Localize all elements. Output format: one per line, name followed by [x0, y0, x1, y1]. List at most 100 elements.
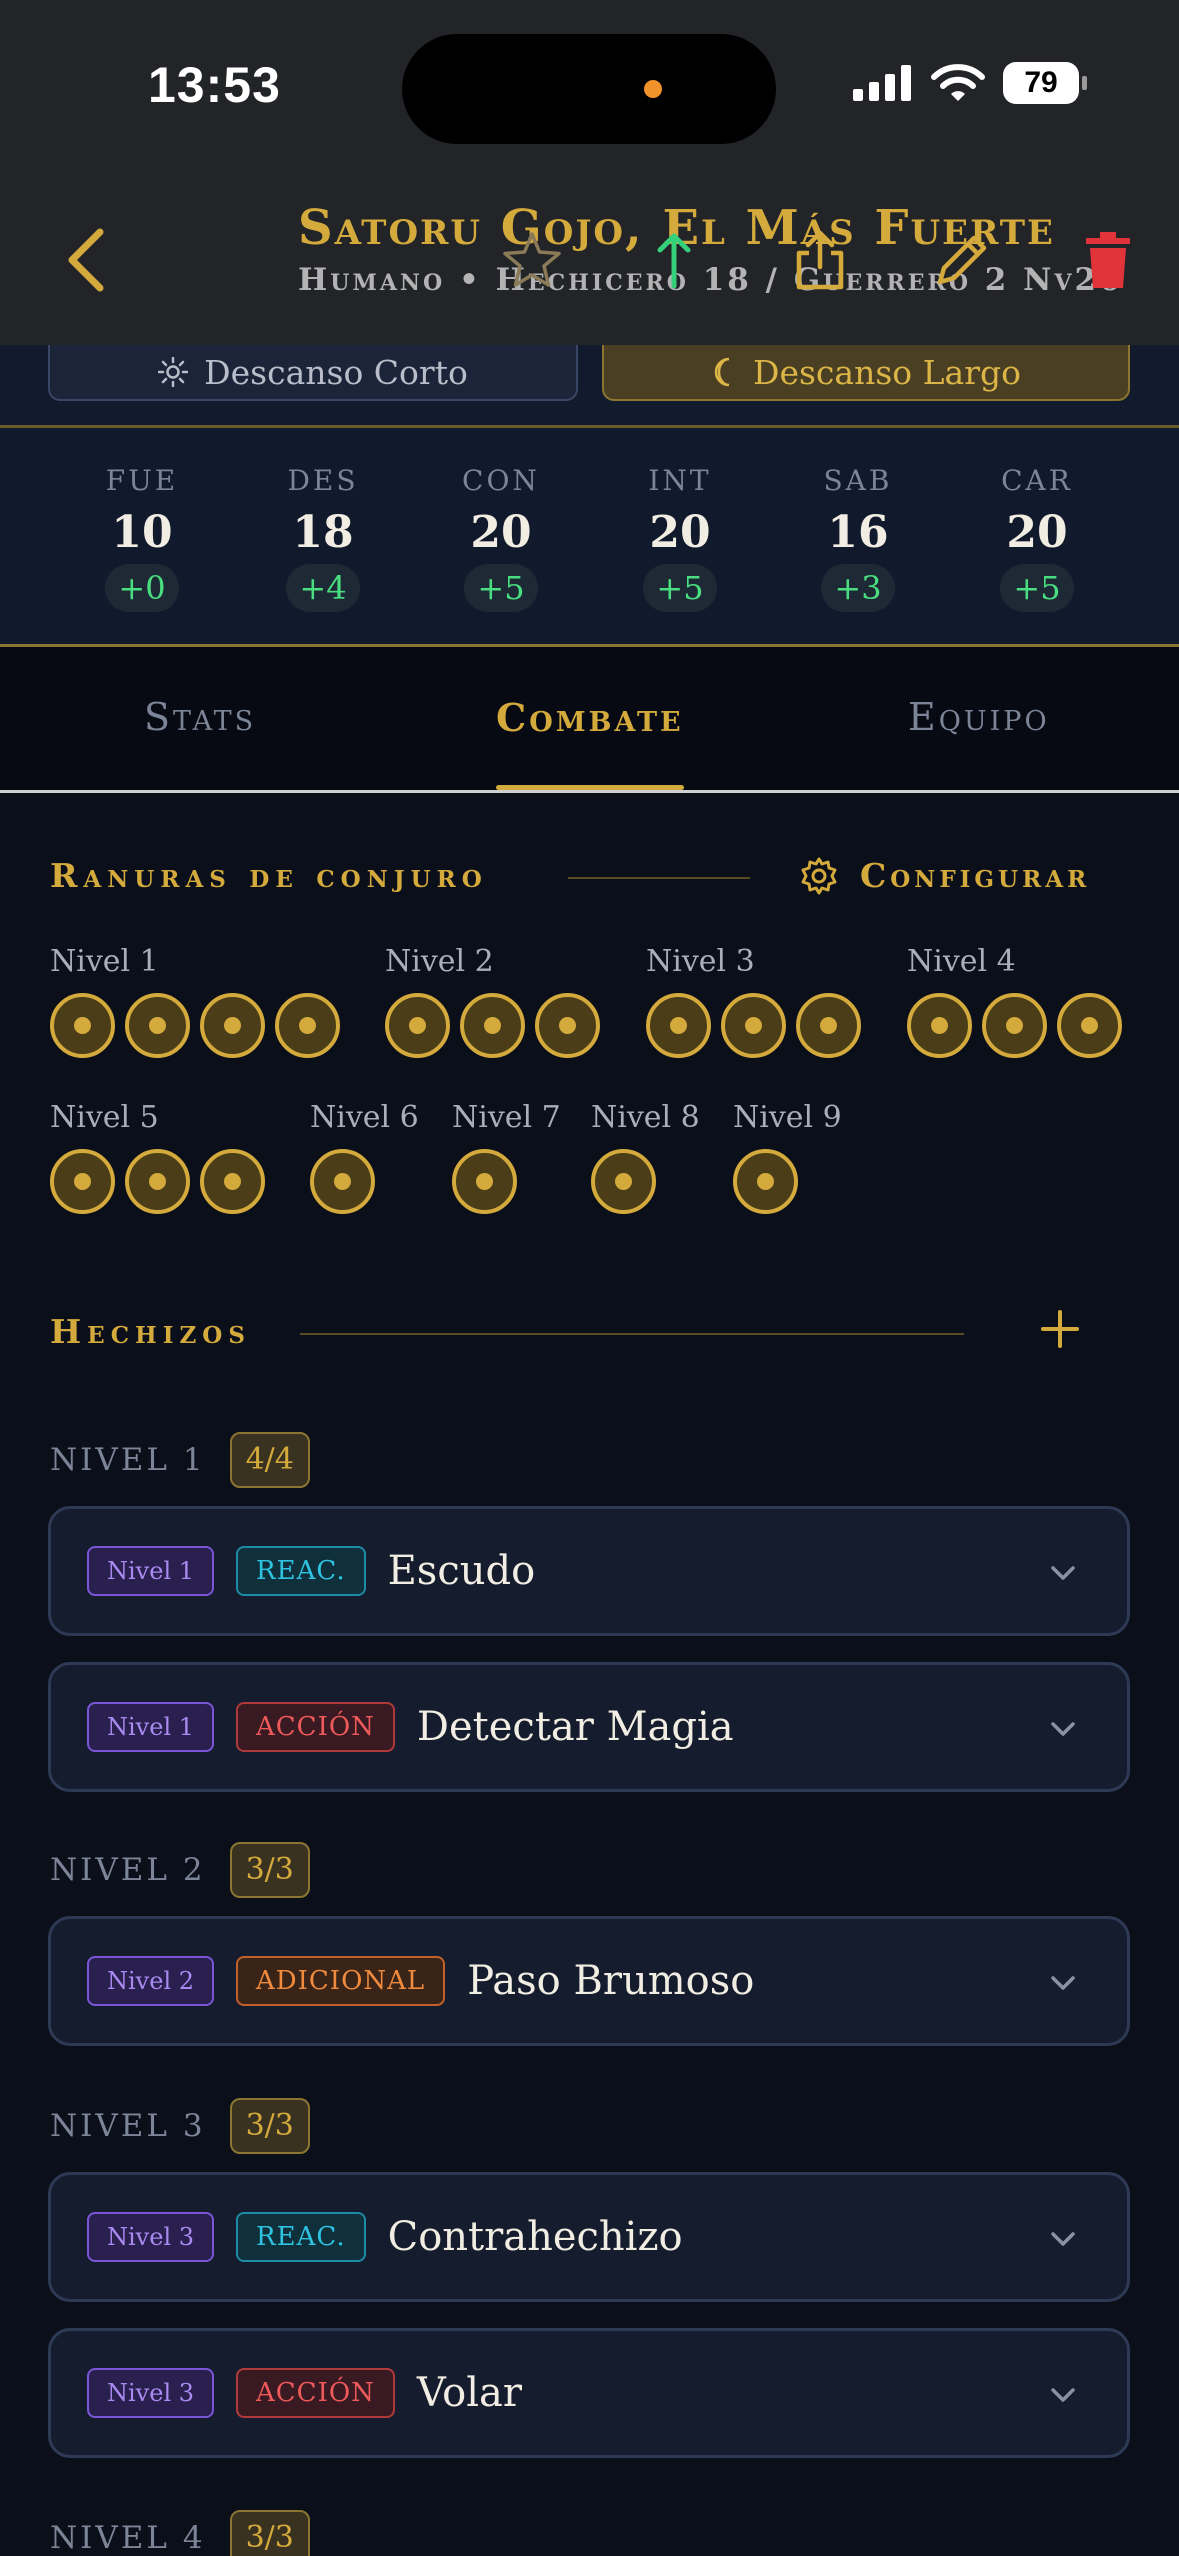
ability-score: 10 — [111, 507, 173, 558]
ability-scores: FUE 10 +0 DES 18 +4 CON 20 +5 INT 20 +5 … — [0, 425, 1179, 647]
divider — [568, 877, 750, 879]
ability-name: SAB — [823, 464, 893, 497]
tab-bar: Stats Combate Equipo — [0, 647, 1179, 793]
slot-level-label: Nivel 4 — [907, 944, 1016, 979]
spell-slot[interactable] — [1057, 993, 1122, 1058]
ability-car: CAR 20 +5 — [947, 428, 1127, 612]
spell-slot[interactable] — [125, 993, 190, 1058]
spell-slot[interactable] — [535, 993, 600, 1058]
chevron-down-icon[interactable] — [1043, 1709, 1083, 1749]
sun-icon — [158, 357, 189, 387]
spell-slot[interactable] — [200, 993, 265, 1058]
ability-int: INT 20 +5 — [590, 428, 770, 612]
spell-slot[interactable] — [452, 1149, 517, 1214]
spell-slot[interactable] — [50, 993, 115, 1058]
pencil-icon — [937, 235, 987, 285]
ability-modifier: +4 — [286, 564, 360, 612]
ability-modifier: +0 — [105, 564, 179, 612]
spell-slot[interactable] — [125, 1149, 190, 1214]
spell-level-name: NIVEL 1 — [50, 1442, 206, 1478]
spell-slot[interactable] — [50, 1149, 115, 1214]
slot-group-nivel-8: Nivel 8 — [591, 1100, 700, 1214]
character-subtitle: Humano • Hechicero 18 / Guerrero 2 Nv20 — [298, 262, 1118, 298]
spell-level-name: NIVEL 4 — [50, 2520, 206, 2556]
spell-slot[interactable] — [721, 993, 786, 1058]
app-header: 13:53 79 Satoru Gojo, El Más Fuerte Huma… — [0, 0, 1179, 345]
share-button[interactable] — [788, 228, 852, 292]
ability-modifier: +5 — [464, 564, 538, 612]
spell-slot[interactable] — [982, 993, 1047, 1058]
spell-slot[interactable] — [275, 993, 340, 1058]
back-button[interactable] — [56, 220, 116, 300]
edit-button[interactable] — [930, 228, 994, 292]
slot-level-label: Nivel 9 — [733, 1100, 842, 1135]
ability-score: 16 — [827, 507, 889, 558]
configure-label: Configurar — [860, 856, 1091, 895]
chevron-down-icon[interactable] — [1043, 2375, 1083, 2415]
divider — [300, 1333, 964, 1335]
spell-card-contrahechizo[interactable]: Nivel 3 REAC. Contrahechizo — [48, 2172, 1130, 2302]
chevron-down-icon[interactable] — [1043, 2219, 1083, 2259]
spell-slot[interactable] — [907, 993, 972, 1058]
long-rest-label: Descanso Largo — [753, 352, 1021, 392]
configure-button[interactable]: Configurar — [800, 856, 1090, 895]
slot-group-nivel-7: Nivel 7 — [452, 1100, 561, 1214]
combat-content: Ranuras de conjuro Configurar Nivel 1 Ni… — [0, 796, 1179, 2556]
chevron-left-icon — [68, 228, 104, 292]
spell-level-count: 4/4 — [229, 1432, 310, 1488]
spell-card-detectar-magia[interactable]: Nivel 1 ACCIÓN Detectar Magia — [48, 1662, 1130, 1792]
spell-level-header: NIVEL 1 4/4 — [50, 1432, 310, 1488]
level-up-button[interactable] — [642, 228, 706, 292]
spell-level-count: 3/3 — [229, 2510, 310, 2556]
ability-name: DES — [287, 464, 359, 497]
slot-level-label: Nivel 8 — [591, 1100, 700, 1135]
favorite-button[interactable] — [500, 228, 564, 292]
spell-card-paso-brumoso[interactable]: Nivel 2 ADICIONAL Paso Brumoso — [48, 1916, 1130, 2046]
ability-des: DES 18 +4 — [233, 428, 413, 612]
spell-level-name: NIVEL 2 — [50, 1852, 206, 1888]
moon-icon — [714, 357, 730, 387]
short-rest-label: Descanso Corto — [204, 352, 468, 392]
ability-score: 20 — [649, 507, 711, 558]
spell-card-escudo[interactable]: Nivel 1 REAC. Escudo — [48, 1506, 1130, 1636]
rest-bar: Descanso Corto Descanso Largo — [0, 345, 1179, 425]
spell-slot[interactable] — [200, 1149, 265, 1214]
spell-level-tag: Nivel 3 — [87, 2212, 215, 2262]
ability-modifier: +3 — [821, 564, 895, 612]
ability-score: 18 — [292, 507, 354, 558]
long-rest-button[interactable]: Descanso Largo — [602, 345, 1130, 401]
short-rest-button[interactable]: Descanso Corto — [48, 345, 578, 401]
chevron-down-icon[interactable] — [1043, 1963, 1083, 2003]
slot-level-label: Nivel 1 — [50, 944, 159, 979]
tab-stats[interactable]: Stats — [144, 695, 256, 739]
spell-slot[interactable] — [310, 1149, 375, 1214]
chevron-down-icon[interactable] — [1043, 1553, 1083, 1593]
tab-equipo[interactable]: Equipo — [908, 695, 1050, 739]
spell-card-volar[interactable]: Nivel 3 ACCIÓN Volar — [48, 2328, 1130, 2458]
spell-slot[interactable] — [646, 993, 711, 1058]
spell-slot[interactable] — [733, 1149, 798, 1214]
star-icon — [503, 232, 561, 287]
slot-level-label: Nivel 3 — [646, 944, 755, 979]
spell-slot[interactable] — [591, 1149, 656, 1214]
ability-name: CAR — [1001, 464, 1073, 497]
tab-combate[interactable]: Combate — [496, 695, 684, 740]
spell-name: Contrahechizo — [387, 2214, 683, 2260]
spell-level-header: NIVEL 4 3/3 — [50, 2510, 310, 2556]
spell-slot[interactable] — [385, 993, 450, 1058]
ability-score: 20 — [470, 507, 532, 558]
spell-type-tag: REAC. — [236, 2212, 366, 2262]
battery-icon: 79 — [1003, 62, 1087, 104]
ability-modifier: +5 — [1000, 564, 1074, 612]
slot-group-nivel-6: Nivel 6 — [310, 1100, 419, 1214]
spell-level-count: 3/3 — [229, 1842, 310, 1898]
slot-group-nivel-3: Nivel 3 — [646, 944, 861, 1058]
slot-level-label: Nivel 7 — [452, 1100, 561, 1135]
spell-level-name: NIVEL 3 — [50, 2108, 206, 2144]
spell-level-header: NIVEL 2 3/3 — [50, 1842, 310, 1898]
add-spell-button[interactable] — [1032, 1301, 1088, 1357]
spell-slot[interactable] — [796, 993, 861, 1058]
spell-level-tag: Nivel 1 — [87, 1546, 215, 1596]
delete-button[interactable] — [1076, 228, 1140, 292]
spell-slot[interactable] — [460, 993, 525, 1058]
